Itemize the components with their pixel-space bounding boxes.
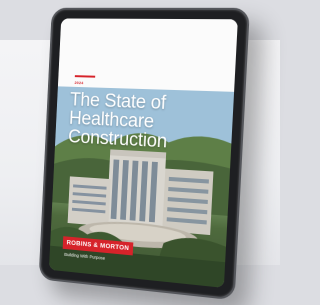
cover-title: The State of Healthcare Construction xyxy=(67,90,170,153)
tablet-device: 2024 The State of Healthcare Constructio… xyxy=(38,7,250,301)
cover-title-line-3: Construction xyxy=(67,126,168,153)
cover-header-strip xyxy=(57,18,238,92)
cover-year: 2024 xyxy=(74,80,84,86)
report-cover: 2024 The State of Healthcare Constructio… xyxy=(48,18,238,288)
